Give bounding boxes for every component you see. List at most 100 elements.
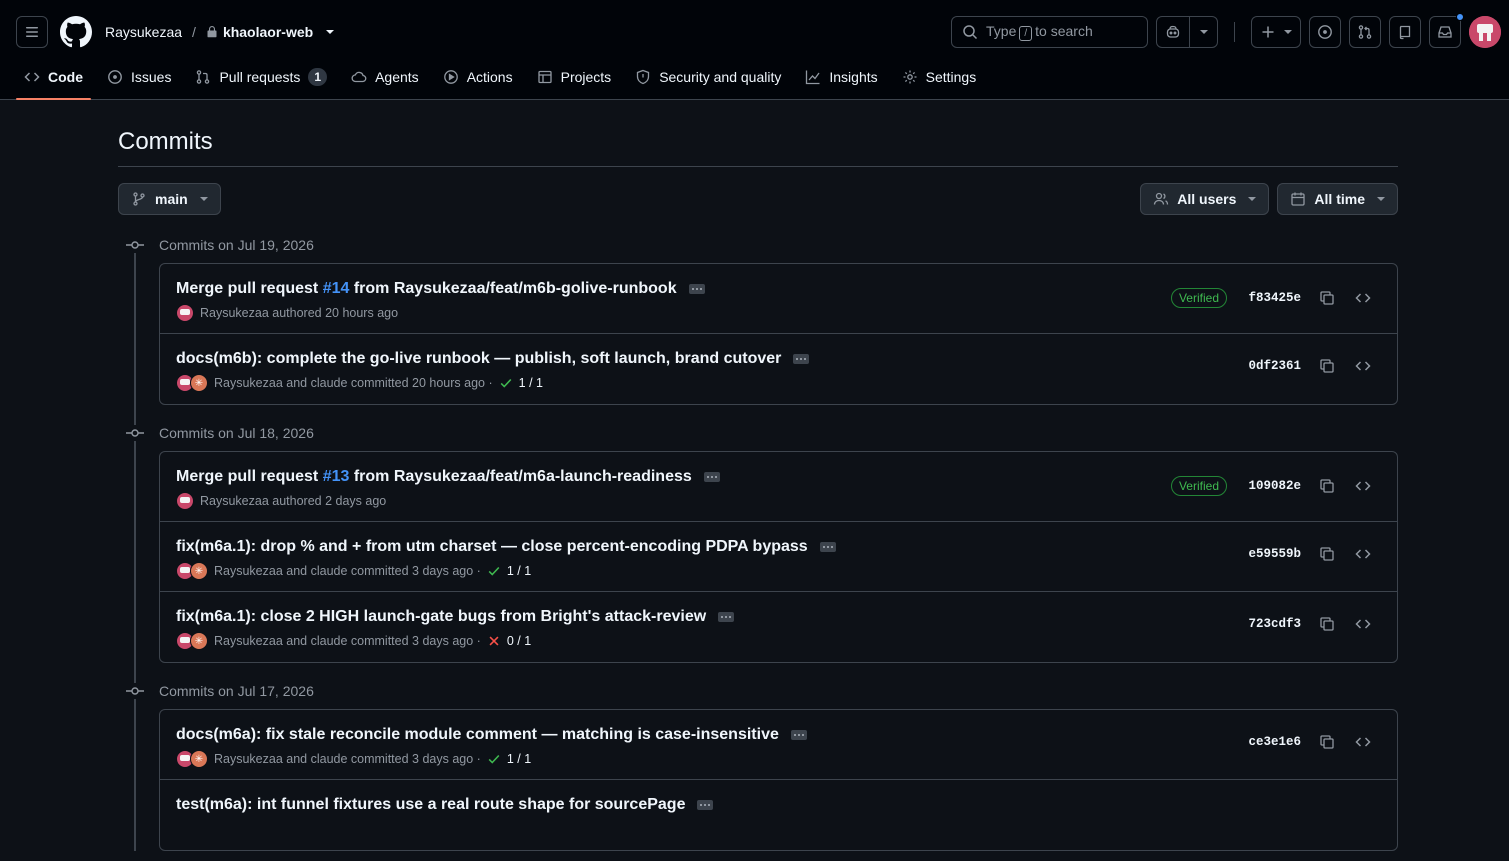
expand-message-button[interactable] bbox=[688, 284, 705, 294]
tab-code[interactable]: Code bbox=[16, 60, 91, 100]
expand-message-button[interactable] bbox=[718, 612, 735, 622]
tab-insights[interactable]: Insights bbox=[797, 60, 885, 94]
tab-label: Security and quality bbox=[659, 69, 782, 85]
author-avatar[interactable] bbox=[176, 304, 194, 322]
coauthor-avatar[interactable]: ✳ bbox=[190, 374, 208, 392]
browse-code-icon[interactable] bbox=[1353, 734, 1373, 750]
commit-row: docs(m6a): fix stale reconcile module co… bbox=[160, 710, 1397, 780]
coauthor-avatar[interactable]: ✳ bbox=[190, 562, 208, 580]
commit-message[interactable]: docs(m6b): complete the go-live runbook … bbox=[176, 350, 1397, 368]
commit-message[interactable]: fix(m6a.1): close 2 HIGH launch-gate bug… bbox=[176, 608, 1397, 626]
menu-button[interactable] bbox=[16, 16, 48, 48]
check-count[interactable]: 1 / 1 bbox=[519, 376, 543, 390]
tab-agents[interactable]: Agents bbox=[343, 60, 427, 94]
tab-pull-requests[interactable]: Pull requests 1 bbox=[187, 60, 335, 94]
expand-message-button[interactable] bbox=[697, 800, 714, 810]
tab-label: Issues bbox=[131, 69, 172, 85]
tab-security[interactable]: Security and quality bbox=[627, 60, 789, 94]
pr-link[interactable]: #14 bbox=[323, 280, 350, 297]
expand-message-button[interactable] bbox=[793, 354, 810, 364]
copy-icon[interactable] bbox=[1317, 358, 1337, 374]
browse-code-icon[interactable] bbox=[1353, 290, 1373, 306]
copy-icon[interactable] bbox=[1317, 290, 1337, 306]
user-avatar[interactable] bbox=[1469, 16, 1501, 48]
time-filter[interactable]: All time bbox=[1277, 183, 1398, 215]
expand-message-button[interactable] bbox=[703, 472, 720, 482]
header-divider bbox=[1234, 22, 1235, 42]
git-branch-icon bbox=[133, 192, 145, 206]
commit-row: docs(m6b): complete the go-live runbook … bbox=[160, 334, 1397, 404]
time-filter-label: All time bbox=[1314, 191, 1365, 207]
create-new-button[interactable] bbox=[1251, 16, 1301, 48]
commit-sha[interactable]: e59559b bbox=[1247, 547, 1301, 561]
check-icon[interactable] bbox=[487, 752, 501, 766]
search-input[interactable]: Type / to search bbox=[951, 16, 1148, 48]
coauthor-avatar[interactable]: ✳ bbox=[190, 750, 208, 768]
check-count[interactable]: 1 / 1 bbox=[507, 752, 531, 766]
tab-label: Projects bbox=[560, 69, 612, 85]
pull-request-count: 1 bbox=[308, 68, 328, 86]
commit-sha[interactable]: ce3e1e6 bbox=[1247, 735, 1301, 749]
commit-message[interactable]: test(m6a): int funnel fixtures use a rea… bbox=[176, 796, 1397, 814]
browse-code-icon[interactable] bbox=[1353, 616, 1373, 632]
users-filter[interactable]: All users bbox=[1140, 183, 1270, 215]
expand-message-button[interactable] bbox=[790, 730, 807, 740]
copy-icon[interactable] bbox=[1317, 616, 1337, 632]
copilot-menu-button[interactable] bbox=[1189, 17, 1217, 47]
copilot-split-button[interactable] bbox=[1156, 16, 1218, 48]
commit-message[interactable]: docs(m6a): fix stale reconcile module co… bbox=[176, 726, 1397, 744]
browse-code-icon[interactable] bbox=[1353, 546, 1373, 562]
commit-sha[interactable]: 0df2361 bbox=[1247, 359, 1301, 373]
pr-link[interactable]: #13 bbox=[323, 468, 350, 485]
git-commit-icon bbox=[126, 237, 144, 253]
plus-dropdown[interactable] bbox=[1252, 17, 1300, 47]
copy-icon[interactable] bbox=[1317, 734, 1337, 750]
commit-author-text: Raysukezaa authored 2 days ago bbox=[200, 494, 387, 508]
x-icon[interactable] bbox=[487, 634, 501, 648]
breadcrumb-repo[interactable]: khaolaor-web bbox=[206, 24, 335, 40]
breadcrumb-owner[interactable]: Raysukezaa bbox=[105, 24, 182, 40]
commit-sha[interactable]: f83425e bbox=[1247, 291, 1301, 305]
browse-code-icon[interactable] bbox=[1353, 358, 1373, 374]
tab-settings[interactable]: Settings bbox=[894, 60, 985, 94]
page-title: Commits bbox=[118, 128, 1398, 167]
coauthor-avatar[interactable]: ✳ bbox=[190, 632, 208, 650]
verified-badge[interactable]: Verified bbox=[1170, 288, 1227, 308]
github-logo-icon[interactable] bbox=[60, 16, 92, 48]
commit-sha[interactable]: 723cdf3 bbox=[1247, 617, 1301, 631]
branch-selector[interactable]: main bbox=[118, 183, 221, 215]
tab-actions[interactable]: Actions bbox=[435, 60, 521, 94]
app-header: Raysukezaa / khaolaor-web Type / to search bbox=[0, 0, 1509, 100]
tab-projects[interactable]: Projects bbox=[529, 60, 620, 94]
commit-actions: 723cdf3 bbox=[1247, 616, 1373, 632]
verified-badge[interactable]: Verified bbox=[1170, 476, 1227, 496]
commit-row: Merge pull request #14 from Raysukezaa/f… bbox=[160, 264, 1397, 334]
pull-requests-button[interactable] bbox=[1349, 16, 1381, 48]
check-icon[interactable] bbox=[499, 376, 513, 390]
commit-message[interactable]: fix(m6a.1): drop % and + from utm charse… bbox=[176, 538, 1397, 556]
commit-list: Merge pull request #14 from Raysukezaa/f… bbox=[159, 263, 1398, 405]
table-icon bbox=[537, 70, 552, 84]
inbox-button[interactable] bbox=[1429, 13, 1464, 48]
author-avatar[interactable] bbox=[176, 492, 194, 510]
check-count[interactable]: 0 / 1 bbox=[507, 634, 531, 648]
repositories-button[interactable] bbox=[1389, 16, 1421, 48]
copilot-icon[interactable] bbox=[1157, 17, 1189, 47]
agent-cloud-icon bbox=[351, 71, 367, 83]
commit-sha[interactable]: 109082e bbox=[1247, 479, 1301, 493]
copy-icon[interactable] bbox=[1317, 546, 1337, 562]
search-placeholder: Type / to search bbox=[986, 23, 1093, 41]
tab-issues[interactable]: Issues bbox=[99, 60, 179, 94]
tab-label: Code bbox=[48, 69, 83, 85]
pull-request-icon bbox=[197, 70, 210, 84]
copy-icon[interactable] bbox=[1317, 478, 1337, 494]
issues-button[interactable] bbox=[1309, 16, 1341, 48]
chevron-down-icon bbox=[1377, 197, 1385, 201]
browse-code-icon[interactable] bbox=[1353, 478, 1373, 494]
commit-actions: ce3e1e6 bbox=[1247, 734, 1373, 750]
expand-message-button[interactable] bbox=[819, 542, 836, 552]
check-count[interactable]: 1 / 1 bbox=[507, 564, 531, 578]
group-date: Commits on Jul 18, 2026 bbox=[159, 425, 314, 441]
commit-author-text: Raysukezaa and claude committed 3 days a… bbox=[214, 634, 481, 648]
check-icon[interactable] bbox=[487, 564, 501, 578]
